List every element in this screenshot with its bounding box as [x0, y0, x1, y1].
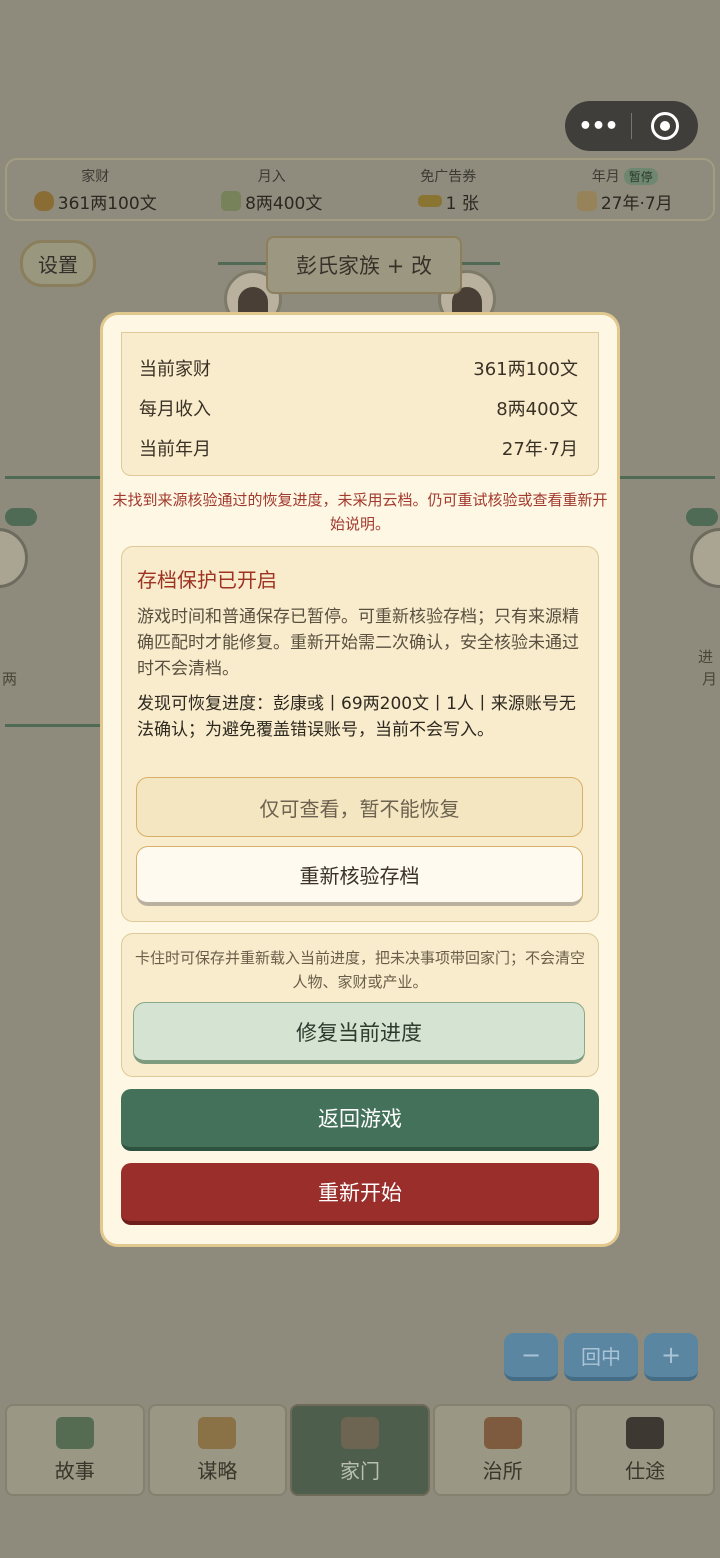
member-info-text: 两: [2, 670, 18, 688]
stat-ad-ticket: 免广告券 1 张: [360, 160, 537, 219]
zoom-in-button[interactable]: +: [644, 1333, 698, 1381]
protection-title: 存档保护已开启: [137, 568, 277, 592]
stat-ad-ticket-value: 1 张: [445, 193, 479, 214]
family-tree-branch: [5, 724, 101, 727]
recoverable-progress-info: 发现可恢复进度：彭康彧丨69两200文丨1人丨来源账号无法确认；为避免覆盖错误账…: [137, 694, 576, 740]
progress-summary-card: 当前家财 361两100文 每月收入 8两400文 当前年月 27年·7月: [121, 332, 599, 476]
summary-value: 27年·7月: [501, 439, 578, 460]
return-to-game-button[interactable]: 返回游戏: [121, 1089, 599, 1151]
house-icon: [340, 1416, 379, 1449]
settings-button[interactable]: 设置: [20, 240, 96, 287]
restart-button[interactable]: 重新开始: [121, 1163, 599, 1225]
cloud-save-warning: 未找到来源核验通过的恢复进度，未采用云档。仍可重试核验或查看重新开始说明。: [112, 491, 608, 533]
stat-wealth-value: 361两100文: [57, 193, 157, 214]
summary-row-income: 每月收入 8两400文: [139, 395, 578, 421]
more-icon[interactable]: •••: [565, 114, 631, 139]
recheck-save-button[interactable]: 重新核验存档: [136, 846, 583, 906]
member-info-text: 月: [702, 670, 718, 688]
stat-income-label: 月入: [257, 168, 286, 185]
stat-income: 月入 8两400文: [184, 160, 361, 219]
map-icon: [198, 1416, 237, 1449]
close-miniprogram-icon[interactable]: [632, 112, 698, 140]
summary-row-wealth: 当前家财 361两100文: [139, 355, 578, 381]
stat-date-label: 年月: [591, 168, 620, 185]
resource-status-bar: 家财 361两100文 月入 8两400文 免广告券 1 张 年月 暂停 27年·…: [5, 158, 715, 221]
nav-office[interactable]: 治所: [432, 1404, 573, 1496]
paused-badge: 暂停: [623, 167, 658, 185]
stat-wealth-label: 家财: [81, 168, 110, 185]
nav-story[interactable]: 故事: [5, 1404, 145, 1496]
stat-income-value: 8两400文: [245, 193, 323, 214]
nav-strategy-label: 谋略: [197, 1458, 238, 1483]
member-tag: [5, 508, 37, 526]
scroll-icon: [576, 191, 597, 211]
pagoda-icon: [483, 1416, 522, 1449]
summary-value: 361两100文: [473, 359, 578, 380]
recenter-button[interactable]: 回中: [564, 1333, 638, 1381]
repair-progress-button[interactable]: 修复当前进度: [133, 1002, 585, 1064]
nav-office-label: 治所: [482, 1458, 523, 1483]
family-tree-branch: [5, 476, 101, 479]
nav-family[interactable]: 家门: [290, 1404, 430, 1496]
protection-description: 游戏时间和普通保存已暂停。可重新核验存档；只有来源精确匹配时才能修复。重新开始需…: [137, 607, 579, 679]
view-only-button[interactable]: 仅可查看，暂不能恢复: [136, 777, 583, 837]
official-hat-icon: [626, 1416, 665, 1449]
summary-label: 当前年月: [139, 439, 211, 460]
ticket-icon: [417, 195, 442, 207]
banknote-icon: [221, 191, 242, 211]
summary-value: 8两400文: [496, 399, 578, 420]
stat-ad-ticket-label: 免广告券: [420, 168, 477, 185]
stat-date-value: 27年·7月: [600, 193, 673, 214]
money-bag-icon: [33, 191, 54, 211]
book-icon: [55, 1416, 94, 1449]
member-tag: [686, 508, 718, 526]
zoom-out-button[interactable]: −: [504, 1333, 558, 1381]
summary-row-date: 当前年月 27年·7月: [139, 435, 578, 461]
map-zoom-controls: − 回中 +: [504, 1333, 698, 1381]
bottom-nav: 故事 谋略 家门 治所 仕途: [5, 1404, 715, 1496]
member-info-text: 进: [698, 648, 714, 666]
repair-description: 卡住时可保存并重新载入当前进度，把未决事项带回家门；不会清空人物、家财或产业。: [134, 949, 585, 991]
member-portrait[interactable]: [690, 528, 720, 588]
family-name-title[interactable]: 彭氏家族 + 改: [266, 236, 462, 294]
stat-date: 年月 暂停 27年·7月: [537, 160, 714, 219]
nav-career[interactable]: 仕途: [575, 1404, 715, 1496]
nav-family-label: 家门: [339, 1458, 380, 1483]
nav-story-label: 故事: [54, 1458, 95, 1483]
member-portrait[interactable]: [0, 528, 28, 588]
stat-wealth: 家财 361两100文: [7, 160, 184, 219]
summary-label: 每月收入: [139, 399, 211, 420]
nav-strategy[interactable]: 谋略: [147, 1404, 288, 1496]
summary-label: 当前家财: [139, 359, 211, 380]
nav-career-label: 仕途: [625, 1458, 666, 1483]
miniprogram-capsule: •••: [565, 101, 698, 151]
family-tree-branch: [619, 476, 715, 479]
